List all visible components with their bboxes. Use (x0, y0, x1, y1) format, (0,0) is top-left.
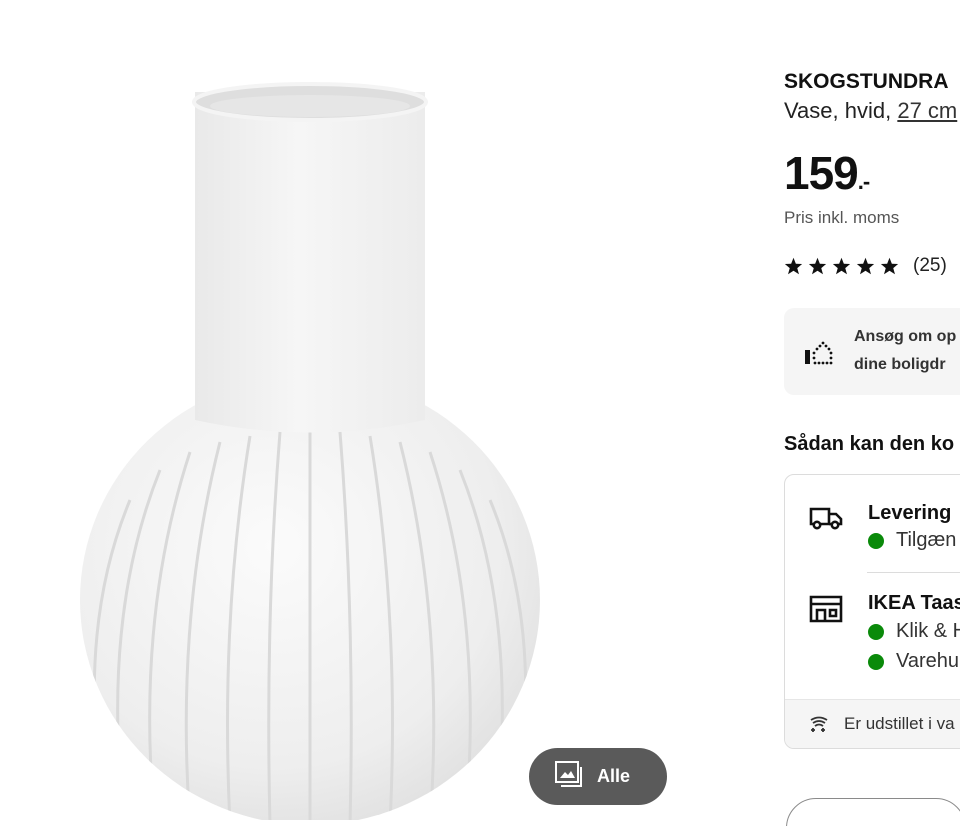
product-name: SKOGSTUNDRA (784, 70, 949, 93)
store-line-1: Klik & H (896, 620, 960, 642)
product-info-panel: SKOGSTUNDRA Vase, hvid, 27 cm 159.- Pris… (784, 0, 960, 826)
star-icon (808, 257, 827, 275)
status-dot (868, 653, 884, 670)
star-icon (856, 257, 875, 275)
review-count: (25) (913, 255, 947, 276)
show-all-images-button[interactable]: Alle (529, 748, 667, 805)
store-icon (809, 595, 843, 628)
financing-promo[interactable]: Ansøg om op dine boligdr (784, 308, 960, 395)
promo-line-1: Ansøg om op (854, 328, 957, 345)
size-link[interactable]: 27 cm (897, 98, 957, 123)
product-image[interactable] (70, 80, 550, 820)
store-title: IKEA Taas (868, 592, 960, 614)
price-value: 159 (784, 147, 859, 199)
availability-box: Levering Tilgæn IKEA Taas Klik & Varehu … (784, 474, 960, 749)
rating[interactable]: (25) (784, 255, 947, 277)
delivery-title: Levering (868, 502, 952, 524)
status-dot (868, 532, 884, 549)
store-click-collect: Klik & H (868, 620, 960, 643)
product-description: Vase, hvid, 27 cm (784, 98, 957, 124)
display-info[interactable]: Er udstillet i va (785, 699, 960, 748)
product-price: 159.- (784, 146, 870, 200)
store-option[interactable]: IKEA Taas Klik & H Varehu (785, 573, 960, 700)
status-dot (868, 623, 884, 640)
product-gallery: Alle (0, 0, 700, 826)
truck-icon (809, 505, 843, 536)
home-dots-icon (804, 340, 834, 371)
promo-line-2: dine boligdr (854, 356, 946, 373)
star-icon (784, 257, 803, 275)
sparkle-hand-icon (809, 713, 829, 738)
store-line-2: Varehu (896, 650, 960, 672)
price-suffix: .- (857, 169, 870, 194)
availability-heading: Sådan kan den ko (784, 433, 955, 455)
delivery-status: Tilgæn (868, 529, 956, 552)
delivery-status-text: Tilgæn (896, 529, 957, 551)
rating-stars (784, 257, 899, 275)
vat-note: Pris inkl. moms (784, 208, 900, 227)
images-icon (555, 761, 583, 792)
product-type: Vase, hvid, (784, 98, 898, 123)
store-stock: Varehu (868, 650, 959, 673)
display-info-text: Er udstillet i va (844, 714, 955, 733)
add-to-bag-button[interactable] (786, 798, 960, 826)
delivery-option[interactable]: Levering Tilgæn (785, 475, 960, 573)
star-icon (832, 257, 851, 275)
star-icon (880, 257, 899, 275)
show-all-label: Alle (597, 766, 631, 786)
